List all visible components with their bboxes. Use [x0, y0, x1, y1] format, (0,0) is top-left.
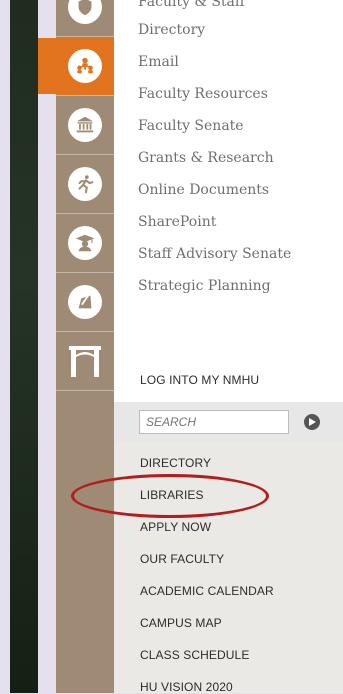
quick-link-directory[interactable]: DIRECTORY [140, 456, 211, 470]
search-input[interactable] [139, 410, 289, 434]
sidebar-icon-building[interactable] [56, 96, 114, 154]
columns-building-icon [68, 108, 102, 142]
menu-link-directory[interactable]: Directory [138, 22, 205, 38]
active-indicator [38, 38, 56, 94]
menu-link-sharepoint[interactable]: SharePoint [138, 214, 216, 230]
menu-link-faculty-resources[interactable]: Faculty Resources [138, 86, 268, 102]
sidebar-icon-athletics[interactable] [56, 155, 114, 213]
graduate-icon [68, 226, 102, 260]
highlight-ellipse [71, 474, 269, 518]
quick-link-class-schedule[interactable]: CLASS SCHEDULE [140, 648, 249, 662]
play-arrow-icon [309, 418, 316, 426]
sidebar-icon-students[interactable] [56, 214, 114, 272]
sidebar-icon-shield[interactable] [56, 0, 114, 36]
shield-icon [68, 0, 102, 24]
menu-link-faculty-senate[interactable]: Faculty Senate [138, 118, 244, 134]
quick-link-campus-map[interactable]: CAMPUS MAP [140, 616, 222, 630]
sidebar-icon-faculty-staff[interactable] [56, 37, 114, 95]
pencil-note-icon [68, 285, 102, 319]
quick-link-hu-vision-2020[interactable]: HU VISION 2020 [140, 680, 233, 694]
quick-link-our-faculty[interactable]: OUR FACULTY [140, 552, 224, 566]
archway-icon [69, 346, 101, 377]
quick-link-apply-now[interactable]: APPLY NOW [140, 520, 211, 534]
menu-link-strategic-planning[interactable]: Strategic Planning [138, 278, 271, 294]
people-icon [68, 49, 102, 83]
sidebar-icon-archway[interactable] [56, 332, 114, 390]
menu-link-email[interactable]: Email [138, 54, 179, 70]
quick-link-academic-calendar[interactable]: ACADEMIC CALENDAR [140, 584, 274, 598]
search-submit-button[interactable] [304, 414, 320, 430]
menu-link-staff-advisory-senate[interactable]: Staff Advisory Senate [138, 246, 291, 262]
background-strip [10, 0, 38, 693]
login-link[interactable]: LOG INTO MY NMHU [140, 373, 259, 387]
menu-link-grants-research[interactable]: Grants & Research [138, 150, 274, 166]
runner-icon [68, 167, 102, 201]
menu-link-online-documents[interactable]: Online Documents [138, 182, 269, 198]
sidebar-icon-forms[interactable] [56, 273, 114, 331]
menu-link-faculty-staff[interactable]: Faculty & Staff [138, 0, 245, 10]
page-margin [0, 0, 10, 693]
icon-divider [56, 390, 114, 391]
